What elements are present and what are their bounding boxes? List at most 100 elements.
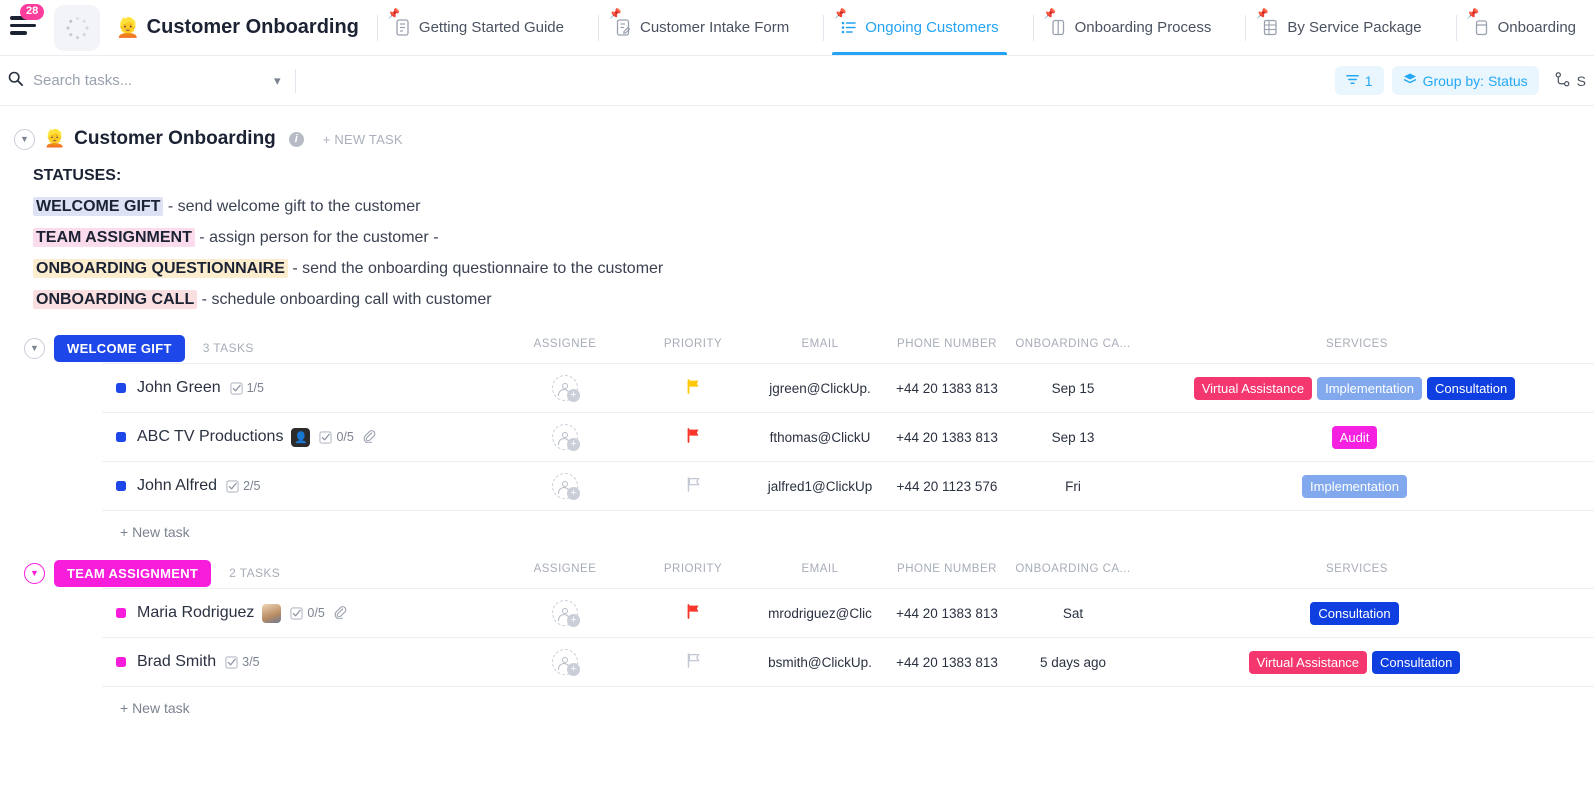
filter-bar: ▾ 1 Group by: Status S [0, 55, 1594, 106]
collapse-group-chevron-icon[interactable]: ▼ [24, 562, 45, 584]
list-emoji-icon: 👱 [116, 17, 140, 39]
task-name[interactable]: John Alfred [137, 477, 217, 495]
tab-customer-intake-form[interactable]: 📌 Customer Intake Form [599, 0, 805, 55]
attachment-icon[interactable] [333, 605, 347, 622]
onboarding-call-cell[interactable]: 5 days ago [983, 655, 1163, 670]
list-header-name: Customer Onboarding [74, 128, 276, 149]
tab-onboarding[interactable]: 📌 Onboarding [1457, 0, 1592, 55]
new-task-header-button[interactable]: + NEW TASK [323, 132, 403, 147]
attachment-icon[interactable] [362, 429, 376, 446]
services-cell[interactable]: Implementation [1157, 474, 1557, 498]
column-header-onboarding-ca[interactable]: ONBOARDING CA... [983, 338, 1163, 350]
onboarding-call-cell[interactable]: Sat [983, 606, 1163, 621]
filter-button[interactable]: 1 [1334, 66, 1384, 95]
table-row[interactable]: Brad Smith 3/5 + bsmith@ClickUp. +44 20 1383… [102, 638, 1594, 687]
table-row[interactable]: John Alfred 2/5 + jalfred1@ClickUp +44 20 11… [102, 462, 1594, 511]
collapse-list-chevron-icon[interactable]: ▼ [14, 128, 35, 150]
new-task-button[interactable]: + New task [102, 687, 1594, 716]
service-tag[interactable]: Consultation [1310, 601, 1399, 625]
layers-icon [1403, 72, 1417, 89]
column-header-services[interactable]: SERVICES [1267, 338, 1447, 350]
task-name[interactable]: ABC TV Productions [137, 428, 283, 446]
task-rows: John Green 1/5 + jgreen@ClickUp. +44 20 1383… [102, 363, 1594, 511]
table-row[interactable]: John Green 1/5 + jgreen@ClickUp. +44 20 1383… [102, 364, 1594, 413]
services-cell[interactable]: Audit [1157, 425, 1557, 449]
group-status-badge[interactable]: WELCOME GIFT [54, 334, 185, 362]
subtasks-button[interactable]: S [1547, 71, 1594, 90]
onboarding-call-cell[interactable]: Fri [983, 479, 1163, 494]
group-by-button[interactable]: Group by: Status [1391, 66, 1539, 95]
board-icon [1050, 18, 1067, 37]
service-tag[interactable]: Implementation [1302, 474, 1407, 498]
status-description-text: - send welcome gift to the customer [163, 198, 421, 215]
menu-button[interactable]: 28 [0, 0, 45, 55]
services-cell[interactable]: Virtual Assistance Consultation [1157, 650, 1557, 674]
task-avatar [262, 603, 282, 623]
service-tag[interactable]: Consultation [1426, 376, 1516, 400]
subtask-progress: 0/5 [290, 606, 325, 620]
task-avatar: 👤 [291, 427, 311, 447]
search-chevron-down-icon[interactable]: ▾ [274, 73, 281, 89]
collapse-group-chevron-icon[interactable]: ▼ [24, 337, 45, 359]
service-tag[interactable]: Virtual Assistance [1248, 650, 1368, 674]
service-tag[interactable]: Virtual Assistance [1193, 376, 1313, 400]
search-area [0, 71, 270, 90]
assignee-avatar-placeholder[interactable]: + [552, 473, 580, 500]
subtask-count: 0/5 [336, 430, 354, 444]
status-name-highlight: WELCOME GIFT [33, 197, 164, 216]
assignee-avatar-placeholder[interactable]: + [552, 424, 580, 451]
onboarding-call-cell[interactable]: Sep 13 [983, 430, 1163, 445]
status-square-icon [116, 383, 126, 393]
group-status-badge[interactable]: TEAM ASSIGNMENT [54, 559, 212, 587]
filter-icon [1345, 73, 1359, 89]
subtask-progress: 3/5 [225, 655, 260, 669]
list-header-emoji-icon: 👱 [44, 129, 66, 148]
table-row[interactable]: ABC TV Productions 👤 0/5 + fthomas@ClickU +44… [102, 413, 1594, 462]
services-cell[interactable]: Virtual Assistance Implementation Consulta… [1157, 376, 1557, 400]
assignee-avatar-placeholder[interactable]: + [552, 649, 580, 676]
services-cell[interactable]: Consultation [1157, 601, 1557, 625]
loading-spinner-button[interactable] [54, 4, 100, 51]
tab-onboarding-process[interactable]: 📌 Onboarding Process [1034, 0, 1228, 55]
search-input[interactable] [33, 72, 270, 89]
column-header-services[interactable]: SERVICES [1267, 563, 1447, 575]
onboarding-call-cell[interactable]: Sep 15 [983, 381, 1163, 396]
info-icon[interactable]: i [288, 131, 304, 147]
status-description-line: ONBOARDING QUESTIONNAIRE - send the onbo… [33, 253, 1594, 284]
new-task-button[interactable]: + New task [102, 511, 1594, 540]
task-name[interactable]: Brad Smith [137, 653, 216, 671]
tab-getting-started-guide[interactable]: 📌 Getting Started Guide [378, 0, 580, 55]
service-tag[interactable]: Audit [1331, 425, 1378, 449]
status-description-text: - assign person for the customer - [194, 229, 439, 246]
subtask-count: 3/5 [242, 655, 260, 669]
group-header: ▼ WELCOME GIFT 3 TASKS ASSIGNEE PRIORITY EMAI… [0, 333, 1594, 363]
tab-by-service-package[interactable]: 📌 By Service Package [1246, 0, 1437, 55]
filter-count: 1 [1364, 72, 1373, 89]
assignee-avatar-placeholder[interactable]: + [552, 375, 580, 402]
status-description-text: - schedule onboarding call with customer [197, 291, 492, 308]
page-title: 👱 Customer Onboarding [116, 16, 359, 40]
main-content: ▼ 👱 Customer Onboarding i + NEW TASK STA… [0, 106, 1594, 802]
subtask-progress: 2/5 [226, 479, 260, 493]
list-description: STATUSES: WELCOME GIFT - send welcome gi… [0, 150, 1594, 315]
status-description-line: TEAM ASSIGNMENT - assign person for the … [33, 222, 1594, 253]
table-row[interactable]: Maria Rodriguez 0/5 + mrodriguez@Clic +44 20… [102, 589, 1594, 638]
tab-label: By Service Package [1287, 19, 1422, 36]
assignee-avatar-placeholder[interactable]: + [552, 600, 580, 627]
task-name[interactable]: John Green [137, 379, 221, 397]
column-header-onboarding-ca[interactable]: ONBOARDING CA... [983, 563, 1163, 575]
service-tag[interactable]: Implementation [1317, 376, 1422, 400]
form-icon [615, 18, 632, 37]
service-tag[interactable]: Consultation [1372, 650, 1461, 674]
task-name[interactable]: Maria Rodriguez [137, 604, 254, 622]
pin-icon: 📌 [834, 9, 847, 20]
tab-label: Onboarding Process [1074, 19, 1212, 36]
status-square-icon [116, 481, 126, 491]
pin-icon: 📌 [387, 9, 401, 20]
doc-icon [394, 18, 411, 37]
task-rows: Maria Rodriguez 0/5 + mrodriguez@Clic +44 20… [102, 588, 1594, 687]
tab-ongoing-customers[interactable]: 📌 Ongoing Customers [824, 0, 1014, 55]
pin-icon: 📌 [1466, 9, 1480, 20]
status-description-line: WELCOME GIFT - send welcome gift to the … [33, 191, 1594, 222]
list-title-text: Customer Onboarding [146, 16, 359, 38]
